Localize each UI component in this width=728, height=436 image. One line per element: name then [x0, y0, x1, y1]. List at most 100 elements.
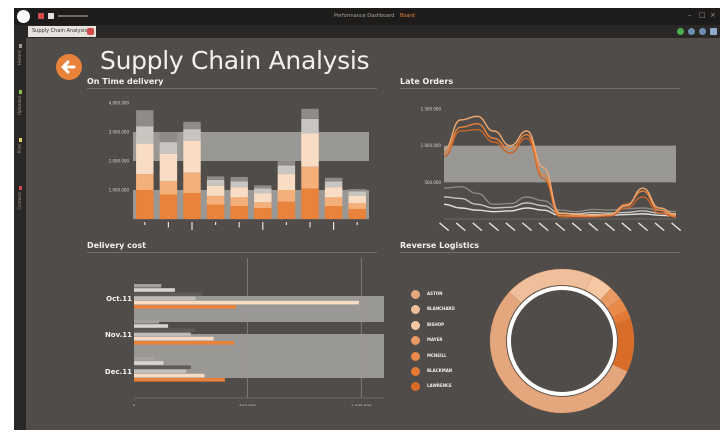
bar-segment — [159, 153, 178, 182]
close-tab-icon[interactable] — [87, 28, 94, 35]
bar-segment — [230, 205, 248, 219]
maximize-button[interactable]: □ — [699, 11, 706, 19]
sidebar-item-label: Print — [17, 144, 22, 154]
x-tick-label: 1.000.000 — [351, 404, 372, 406]
back-button[interactable] — [56, 54, 82, 80]
bar-segment — [301, 133, 319, 167]
bar-segment — [230, 187, 248, 198]
cost-bar — [134, 284, 162, 288]
sidebar-item-historic[interactable]: Historic — [15, 44, 25, 66]
bar-segment — [136, 190, 154, 219]
bar-segment — [230, 181, 248, 188]
legend-label: BISHOP — [427, 321, 445, 327]
bar-segment — [348, 189, 366, 192]
cost-bar — [134, 378, 225, 382]
quick-access-icons[interactable] — [38, 13, 108, 19]
on-time-delivery-chart: 4.000.000 3.000.000 2.000.000 1.000.000 — [109, 101, 369, 230]
bar-segment — [206, 204, 225, 219]
category-tick-label — [167, 222, 169, 228]
bar-segment — [348, 195, 366, 204]
category-tick-label — [571, 222, 582, 232]
legend-label: MCNEILL — [427, 352, 447, 358]
bar-segment — [277, 165, 296, 175]
bar-segment — [324, 187, 343, 198]
legend-label: MAYER — [427, 337, 443, 343]
legend-swatch — [411, 351, 420, 361]
tab-supply-chain[interactable]: Supply Chain Analysis — [28, 26, 96, 37]
category-tick-label — [238, 222, 240, 228]
minimize-button[interactable]: – — [688, 11, 692, 19]
category-label: Dec.11 — [105, 368, 132, 376]
side-nav: Historic Uploaded Print Contacts — [14, 38, 26, 430]
x-tick-label: 0 — [133, 404, 136, 406]
tab-label: Supply Chain Analysis — [32, 28, 88, 34]
category-tick-label — [285, 222, 287, 225]
cost-bar — [134, 288, 175, 292]
bar-segment — [159, 194, 178, 219]
bar-segment — [277, 174, 296, 190]
bar-segment — [183, 192, 201, 219]
category-tick-label — [522, 222, 533, 232]
sidebar-item-label: Uploaded — [17, 96, 22, 116]
cost-bar — [134, 361, 164, 365]
bar-segment — [301, 166, 319, 189]
y-tick-label: 1.000.000 — [421, 143, 442, 148]
sidebar-item-print[interactable]: Print — [15, 138, 25, 160]
cost-bar — [134, 305, 237, 309]
bar-segment — [254, 202, 272, 208]
cost-bar — [134, 332, 191, 337]
delivery-cost-title: Delivery cost — [87, 241, 146, 250]
title-bar: Performance Dashboard Board – □ × — [14, 8, 720, 25]
panel-divider — [87, 252, 377, 253]
legend-label: BLACKMAN — [427, 368, 453, 373]
bar-segment — [301, 188, 319, 219]
sidebar-item-uploaded[interactable]: Uploaded — [15, 90, 25, 116]
y-tick-label: 4.000.000 — [109, 101, 130, 106]
bar-segment — [206, 176, 225, 180]
bar-segment — [324, 197, 343, 206]
app-logo[interactable] — [17, 10, 30, 23]
settings-icon[interactable] — [688, 28, 695, 35]
chart-band — [444, 145, 676, 183]
y-tick-label: 3.000.000 — [109, 130, 130, 135]
y-tick-label: 500.000 — [424, 180, 441, 185]
category-tick-label — [472, 222, 483, 232]
close-button[interactable]: × — [710, 11, 716, 19]
sidebar-item-label: Contacts — [17, 192, 22, 210]
category-tick-label — [621, 222, 632, 232]
series-line — [443, 196, 677, 215]
bar-segment — [324, 181, 343, 188]
refresh-icon[interactable] — [677, 28, 684, 35]
legend-label: ASTON — [427, 291, 443, 296]
bar-segment — [277, 201, 296, 219]
category-tick-label — [538, 222, 549, 232]
cost-bar — [134, 357, 155, 361]
filter-icon[interactable] — [710, 28, 717, 35]
delivery-cost-chart: 0 500.000 1.000.000 Oct.11 Nov.11 Dec.11 — [105, 258, 384, 406]
category-tick-label — [215, 222, 217, 225]
bar-segment — [324, 177, 343, 182]
series-line — [443, 186, 677, 213]
bar-segment — [230, 176, 248, 182]
toolbar-icons[interactable] — [677, 27, 719, 36]
category-tick-label — [439, 222, 450, 232]
legend-swatch — [411, 336, 420, 346]
panel-divider — [87, 88, 377, 89]
category-tick-label — [455, 222, 466, 232]
bar-segment — [277, 190, 296, 202]
bar-segment — [136, 143, 154, 175]
category-tick-label — [671, 222, 682, 232]
late-orders-title: Late Orders — [400, 77, 454, 86]
cost-bar — [134, 296, 196, 301]
late-orders-chart: 1.500.000 1.000.000 500.000 — [421, 107, 682, 232]
bar-segment — [230, 197, 248, 206]
legend-swatch — [411, 290, 420, 299]
bar-segment — [136, 126, 154, 144]
info-icon[interactable] — [699, 28, 706, 35]
category-tick-label — [604, 222, 615, 232]
category-tick-label — [309, 222, 311, 228]
sidebar-item-contacts[interactable]: Contacts — [15, 186, 25, 210]
category-tick-label — [333, 222, 335, 230]
bar-segment — [136, 110, 154, 127]
category-tick-label — [555, 222, 566, 232]
